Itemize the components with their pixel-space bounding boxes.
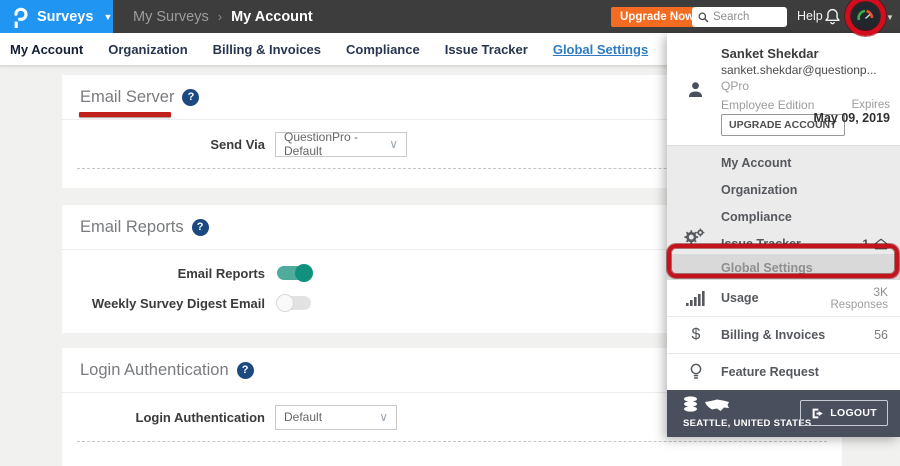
user-name: Sanket Shekdar xyxy=(721,46,819,61)
chevron-down-icon: ∨ xyxy=(379,410,388,424)
lightbulb-icon xyxy=(685,363,707,381)
tab-billing-invoices[interactable]: Billing & Invoices xyxy=(213,42,321,57)
usage-label: Usage xyxy=(721,291,759,305)
tab-compliance[interactable]: Compliance xyxy=(346,42,420,57)
product-switcher[interactable]: Surveys ▼ xyxy=(0,0,113,33)
database-icon xyxy=(683,396,698,413)
usage-value: 3K Responses xyxy=(830,285,888,311)
issue-tracker-badge: 1 xyxy=(862,237,888,251)
app-root: Surveys ▼ My Surveys › My Account Upgrad… xyxy=(0,0,900,466)
send-via-select[interactable]: QuestionPro - Default ∨ xyxy=(275,132,407,157)
section-title: Email Reports xyxy=(80,218,184,237)
billing-value: 56 xyxy=(874,328,888,342)
feature-request-label: Feature Request xyxy=(721,365,819,379)
notifications-button[interactable]: ▼ xyxy=(824,7,852,25)
menu-item-global-settings[interactable]: Global Settings xyxy=(667,254,900,281)
questionpro-logo-icon xyxy=(13,6,28,28)
login-authentication-label: Login Authentication xyxy=(62,410,265,425)
section-title: Email Server xyxy=(80,88,174,107)
envelope-icon xyxy=(874,238,888,250)
send-via-label: Send Via xyxy=(62,137,265,152)
user-avatar[interactable] xyxy=(851,2,880,31)
billing-label: Billing & Invoices xyxy=(721,328,825,342)
avatar-gauge-icon xyxy=(851,2,880,31)
menu-item-issue-tracker[interactable]: Issue Tracker 1 xyxy=(667,230,900,257)
usa-map-icon xyxy=(704,398,730,413)
chevron-down-icon: ▼ xyxy=(103,12,112,22)
dashed-divider xyxy=(77,441,827,442)
dollar-icon: $ xyxy=(685,326,707,344)
annotation-underline-email-server xyxy=(79,112,171,117)
search-box[interactable] xyxy=(692,7,787,27)
breadcrumb-parent[interactable]: My Surveys xyxy=(133,9,209,25)
user-location: SEATTLE, UNITED STATES xyxy=(683,418,812,429)
user-dropdown-panel: Sanket Shekdar sanket.shekdar@questionp.… xyxy=(667,33,900,437)
upgrade-now-button[interactable]: Upgrade Now xyxy=(611,7,703,27)
user-organization: QPro xyxy=(721,79,749,93)
tab-organization[interactable]: Organization xyxy=(108,42,187,57)
send-via-value: QuestionPro - Default xyxy=(284,130,379,158)
chevron-down-icon: ∨ xyxy=(389,137,398,151)
help-question-icon[interactable]: ? xyxy=(192,219,209,236)
logout-icon xyxy=(811,407,824,420)
menu-item-billing-invoices[interactable]: $ Billing & Invoices 56 xyxy=(667,317,900,354)
email-reports-toggle[interactable] xyxy=(277,266,311,280)
top-header: Surveys ▼ My Surveys › My Account Upgrad… xyxy=(0,0,900,33)
menu-item-compliance[interactable]: Compliance xyxy=(667,203,900,230)
search-icon xyxy=(698,12,709,23)
help-question-icon[interactable]: ? xyxy=(237,362,254,379)
expires-block: Expires May 09, 2019 xyxy=(814,99,890,125)
user-stats-rows: Usage 3K Responses $ Billing & Invoices … xyxy=(667,280,900,391)
bar-chart-icon xyxy=(685,290,707,306)
section-title: Login Authentication xyxy=(80,361,229,380)
menu-item-feature-request[interactable]: Feature Request xyxy=(667,354,900,391)
login-authentication-select[interactable]: Default ∨ xyxy=(275,405,397,430)
user-email: sanket.shekdar@questionp... xyxy=(721,63,877,77)
tab-my-account[interactable]: My Account xyxy=(10,42,83,57)
weekly-digest-toggle-label: Weekly Survey Digest Email xyxy=(62,296,265,311)
logout-button[interactable]: LOGOUT xyxy=(800,400,888,426)
menu-item-organization[interactable]: Organization xyxy=(667,176,900,203)
expires-label: Expires xyxy=(814,99,890,111)
user-menu-group: My Account Organization Compliance Issue… xyxy=(667,145,900,280)
tab-global-settings[interactable]: Global Settings xyxy=(553,42,648,57)
breadcrumb-current: My Account xyxy=(231,9,313,25)
user-edition: Employee Edition xyxy=(721,98,814,112)
product-menu-label: Surveys xyxy=(37,9,93,25)
help-question-icon[interactable]: ? xyxy=(182,89,199,106)
menu-item-usage[interactable]: Usage 3K Responses xyxy=(667,280,900,317)
user-profile-block: Sanket Shekdar sanket.shekdar@questionp.… xyxy=(667,33,900,145)
breadcrumb-separator-icon: › xyxy=(218,9,222,24)
tab-issue-tracker[interactable]: Issue Tracker xyxy=(445,42,528,57)
weekly-digest-toggle[interactable] xyxy=(277,296,311,310)
help-link[interactable]: Help xyxy=(797,9,823,23)
chevron-down-icon: ▼ xyxy=(886,13,894,22)
login-authentication-value: Default xyxy=(284,410,322,424)
bell-icon xyxy=(824,7,841,25)
breadcrumb: My Surveys › My Account xyxy=(133,0,313,33)
search-input[interactable] xyxy=(713,11,777,23)
person-icon xyxy=(687,81,704,98)
menu-item-my-account[interactable]: My Account xyxy=(667,149,900,176)
email-reports-toggle-label: Email Reports xyxy=(62,266,265,281)
panel-footer: SEATTLE, UNITED STATES LOGOUT xyxy=(667,390,900,437)
expires-date: May 09, 2019 xyxy=(814,111,890,125)
